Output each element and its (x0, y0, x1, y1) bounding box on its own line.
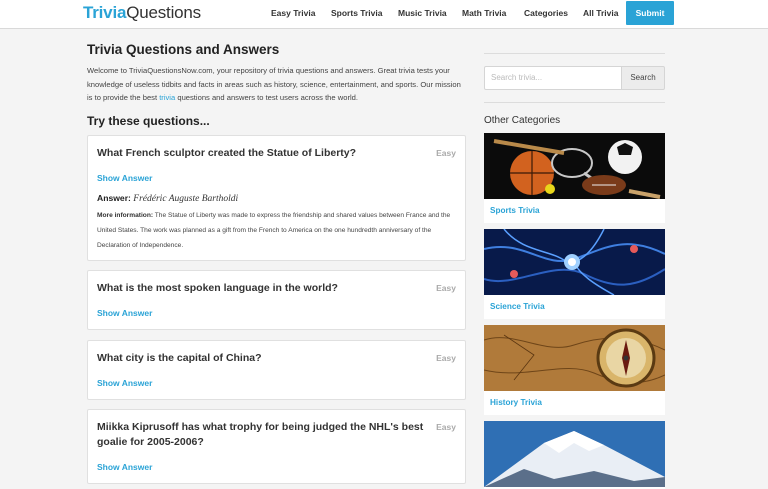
nav-sports-trivia[interactable]: Sports Trivia (331, 0, 383, 29)
question-text: What French sculptor created the Statue … (97, 147, 357, 159)
nav-all-trivia[interactable]: All Trivia (583, 0, 618, 29)
question-card: What is the most spoken language in the … (87, 270, 466, 330)
question-text: What is the most spoken language in the … (97, 282, 338, 294)
category-label[interactable]: Science Trivia (490, 302, 545, 311)
other-categories-title: Other Categories (484, 115, 561, 126)
question-text: Miikka Kiprusoff has what trophy for bei… (97, 421, 424, 448)
intro-paragraph: Welcome to TriviaQuestionsNow.com, your … (87, 64, 465, 105)
category-card-mountain[interactable] (484, 421, 665, 489)
section-title: Try these questions... (87, 114, 210, 128)
logo-accent-text: Trivia (83, 3, 127, 22)
difficulty-badge: Easy (436, 283, 456, 293)
category-card-science[interactable]: Science Trivia (484, 229, 665, 319)
show-answer-link[interactable]: Show Answer (97, 173, 152, 183)
difficulty-badge: Easy (436, 422, 456, 432)
intro-text-2: questions and answers to test users acro… (175, 93, 358, 102)
answer-line: Answer: Frédéric Auguste Bartholdi (97, 193, 238, 204)
more-info-label: More information: (97, 212, 154, 219)
top-navigation-bar: TriviaQuestions Easy Trivia Sports Trivi… (0, 0, 768, 29)
question-card: What city is the capital of China? Easy … (87, 340, 466, 400)
question-card: Miikka Kiprusoff has what trophy for bei… (87, 409, 466, 484)
site-logo[interactable]: TriviaQuestions (83, 3, 201, 23)
submit-button[interactable]: Submit (626, 1, 674, 25)
answer-label: Answer: (97, 193, 131, 203)
answer-text: Frédéric Auguste Bartholdi (133, 194, 239, 204)
sports-balls-image (484, 133, 665, 199)
nav-easy-trivia[interactable]: Easy Trivia (271, 0, 315, 29)
category-card-sports[interactable]: Sports Trivia (484, 133, 665, 223)
show-answer-link[interactable]: Show Answer (97, 378, 152, 388)
nav-categories[interactable]: Categories (524, 0, 568, 29)
nav-math-trivia[interactable]: Math Trivia (462, 0, 506, 29)
compass-map-image (484, 325, 665, 391)
question-text: What city is the capital of China? (97, 352, 262, 364)
neurons-image (484, 229, 665, 295)
nav-music-trivia[interactable]: Music Trivia (398, 0, 447, 29)
difficulty-badge: Easy (436, 148, 456, 158)
category-label[interactable]: Sports Trivia (490, 206, 540, 215)
search-input[interactable]: Search trivia... (484, 66, 622, 90)
divider (484, 53, 665, 54)
show-answer-link[interactable]: Show Answer (97, 308, 152, 318)
logo-rest-text: Questions (126, 3, 201, 22)
question-card: What French sculptor created the Statue … (87, 135, 466, 261)
intro-trivia-link[interactable]: trivia (159, 93, 175, 102)
show-answer-link[interactable]: Show Answer (97, 462, 152, 472)
snowy-mountain-image (484, 421, 665, 487)
more-information: More information: The Statue of Liberty … (97, 208, 459, 253)
divider (484, 102, 665, 103)
page-title: Trivia Questions and Answers (87, 42, 280, 57)
category-label[interactable]: History Trivia (490, 398, 542, 407)
category-card-history[interactable]: History Trivia (484, 325, 665, 415)
difficulty-badge: Easy (436, 353, 456, 363)
search-button[interactable]: Search (621, 66, 665, 90)
